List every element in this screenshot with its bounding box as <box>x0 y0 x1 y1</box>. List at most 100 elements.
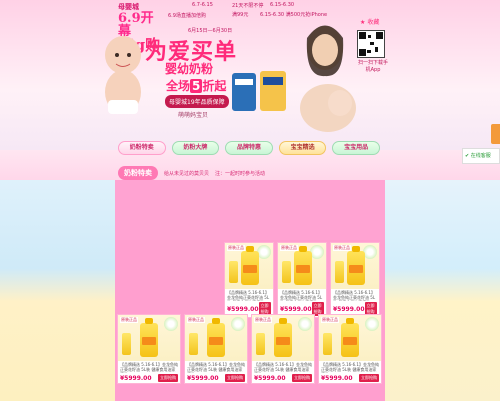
category-tabs: 奶粉特卖 奶粉大牌 品牌特惠 宝宝精选 宝宝用品 <box>118 141 380 157</box>
promo-empty-area <box>115 180 385 240</box>
flower-decor <box>231 317 245 331</box>
online-service-button[interactable]: ✔ 在线客服 <box>462 148 500 164</box>
tab-2[interactable]: 奶粉大牌 <box>171 141 220 155</box>
bottle-label <box>276 337 290 345</box>
deal-num: 5 <box>190 79 203 93</box>
product-title: 【品牌精选 5.16-6.1】金龙鱼纯正葵花籽油 5L装 健康食用油家庭装 <box>254 362 312 373</box>
small-bottle <box>229 261 238 283</box>
sub-date: 6.9场直播加倍购 <box>168 13 206 19</box>
deal-suffix: 折起 <box>202 79 227 93</box>
product-image: 原装正品 <box>118 315 180 361</box>
product-title: 【品牌精选 5.16-6.1】金龙鱼纯正葵花籽油 5L装 健康食用油家庭装 <box>187 362 245 373</box>
quality-badge: 母婴城19年品质保障 <box>165 95 229 108</box>
buy-button[interactable]: 立即抢购 <box>292 374 312 382</box>
product-title: 【品牌精选 5.16-6.1】金龙鱼纯正葵花籽油 5L装 健康食用油家庭装 <box>321 362 379 373</box>
deal-prefix: 全场 <box>166 79 191 93</box>
bottle-label <box>349 265 363 273</box>
product-image: 原装正品 <box>252 315 314 361</box>
deal: 全场 5 折起 <box>166 77 226 94</box>
product-card[interactable]: 原装正品 【品牌精选 5.16-6.1】金龙鱼纯正葵花籽油 5L装 健康食用油家… <box>330 242 380 318</box>
small-bottle <box>122 333 131 355</box>
flower-decor <box>257 245 271 259</box>
right-background <box>385 180 500 401</box>
dates-a: 6.7-6.15 <box>192 2 213 8</box>
small-bottle <box>323 333 332 355</box>
flower-decor <box>298 317 312 331</box>
small-bottle <box>189 333 198 355</box>
favorite-label: 收藏 <box>367 19 380 26</box>
section-label: 奶粉特卖 <box>118 166 158 180</box>
price-row: ¥5999.00 立即抢购 <box>319 373 381 383</box>
price-row: ¥5999.00 立即抢购 <box>118 373 180 383</box>
bottle-label <box>296 265 310 273</box>
price-row: ¥5999.00 立即抢购 <box>252 373 314 383</box>
qr-pattern-icon <box>359 32 383 56</box>
product-title: 【品牌精选 5.16-6.1】金龙鱼纯正葵花籽油 5L装 健康食用油家庭装 <box>333 290 376 301</box>
promo-line-3: 满99元 <box>232 12 249 18</box>
product-badge: 原装正品 <box>321 317 339 323</box>
flower-decor <box>365 317 379 331</box>
product-image: 原装正品 <box>319 315 381 361</box>
buy-button[interactable]: 立即抢购 <box>359 374 379 382</box>
product-image: 原装正品 <box>185 315 247 361</box>
mother-image <box>300 25 356 132</box>
small-bottle <box>282 261 291 283</box>
promo-line-1: 21天不限不停 <box>232 3 264 9</box>
product-price: ¥5999.00 <box>333 305 365 313</box>
product-price: ¥5999.00 <box>280 305 312 313</box>
product-badge: 原装正品 <box>254 317 272 323</box>
dates-b: 6月15日—6月30日 <box>188 28 233 34</box>
promo-line-4: 6.15-6.30 满500元抢iPhone <box>260 12 328 18</box>
small-bottle <box>256 333 265 355</box>
product-image: 原装正品 <box>331 243 379 289</box>
product-price: ¥5999.00 <box>254 374 286 382</box>
favorite-button[interactable]: ★ 收藏 <box>360 17 379 26</box>
flower-decor <box>164 317 178 331</box>
product-card[interactable]: 原装正品 【品牌精选 5.16-6.1】金龙鱼纯正葵花籽油 5L装 健康食用油家… <box>251 314 315 384</box>
product-image: 原装正品 <box>225 243 273 289</box>
tab-3[interactable]: 品牌特惠 <box>225 141 273 155</box>
bottle-label <box>209 337 223 345</box>
product-badge: 原装正品 <box>120 317 138 323</box>
bottle-label <box>243 265 257 273</box>
service-label: 在线客服 <box>470 153 491 159</box>
product-card[interactable]: 原装正品 【品牌精选 5.16-6.1】金龙鱼纯正葵花籽油 5L装 健康食用油家… <box>318 314 382 384</box>
small-bottle <box>335 261 344 283</box>
side-float-tab[interactable] <box>491 124 500 144</box>
product-title: 【品牌精选 5.16-6.1】金龙鱼纯正葵花籽油 5L装 健康食用油家庭装 <box>120 362 178 373</box>
product-card[interactable]: 原装正品 【品牌精选 5.16-6.1】金龙鱼纯正葵花籽油 5L装 健康食用油家… <box>117 314 181 384</box>
price-row: ¥5999.00 立即抢购 <box>185 373 247 383</box>
promo-line-2: 6.15-6.30 <box>270 2 295 8</box>
product-card[interactable]: 原装正品 【品牌精选 5.16-6.1】金龙鱼纯正葵花籽油 5L装 健康食用油家… <box>277 242 327 318</box>
tagline: 萌萌妈宝贝 <box>178 112 209 119</box>
tab-5[interactable]: 宝宝用品 <box>332 141 380 155</box>
product-card[interactable]: 原装正品 【品牌精选 5.16-6.1】金龙鱼纯正葵花籽油 5L装 健康食用油家… <box>184 314 248 384</box>
flower-decor <box>363 245 377 259</box>
product-badge: 原装正品 <box>187 317 205 323</box>
baby-image <box>105 36 141 114</box>
product-title: 【品牌精选 5.16-6.1】金龙鱼纯正葵花籽油 5L装 健康食用油家庭装 <box>227 290 270 301</box>
buy-button[interactable]: 立即抢购 <box>158 374 178 382</box>
bottle-label <box>142 337 156 345</box>
product-price: ¥5999.00 <box>187 374 219 382</box>
buy-button[interactable]: 立即抢购 <box>225 374 245 382</box>
product-image: 原装正品 <box>278 243 326 289</box>
section-note: 注：一起时时参与活动 <box>215 170 266 177</box>
section-subtitle: 给从未见过的莫贝贝 <box>164 170 210 177</box>
formula-cans-image <box>232 71 286 111</box>
product-price: ¥5999.00 <box>227 305 259 313</box>
star-icon: ★ <box>360 19 366 26</box>
product-card[interactable]: 原装正品 【品牌精选 5.16-6.1】金龙鱼纯正葵花籽油 5L装 健康食用油家… <box>224 242 274 318</box>
left-background <box>0 180 115 401</box>
bottle-label <box>343 337 357 345</box>
flower-decor <box>310 245 324 259</box>
product-price: ¥5999.00 <box>120 374 152 382</box>
qr-code[interactable] <box>357 30 385 58</box>
tab-1[interactable]: 奶粉特卖 <box>118 141 166 155</box>
tab-4[interactable]: 宝宝精选 <box>278 141 327 155</box>
section-header: 奶粉特卖 给从未见过的莫贝贝 注：一起时时参与活动 <box>118 166 265 180</box>
chat-icon: ✔ <box>465 153 470 159</box>
product-price: ¥5999.00 <box>321 374 353 382</box>
subtitle: 婴幼奶粉 <box>165 62 214 76</box>
qr-caption: 扫一扫下载手机App <box>358 60 389 73</box>
